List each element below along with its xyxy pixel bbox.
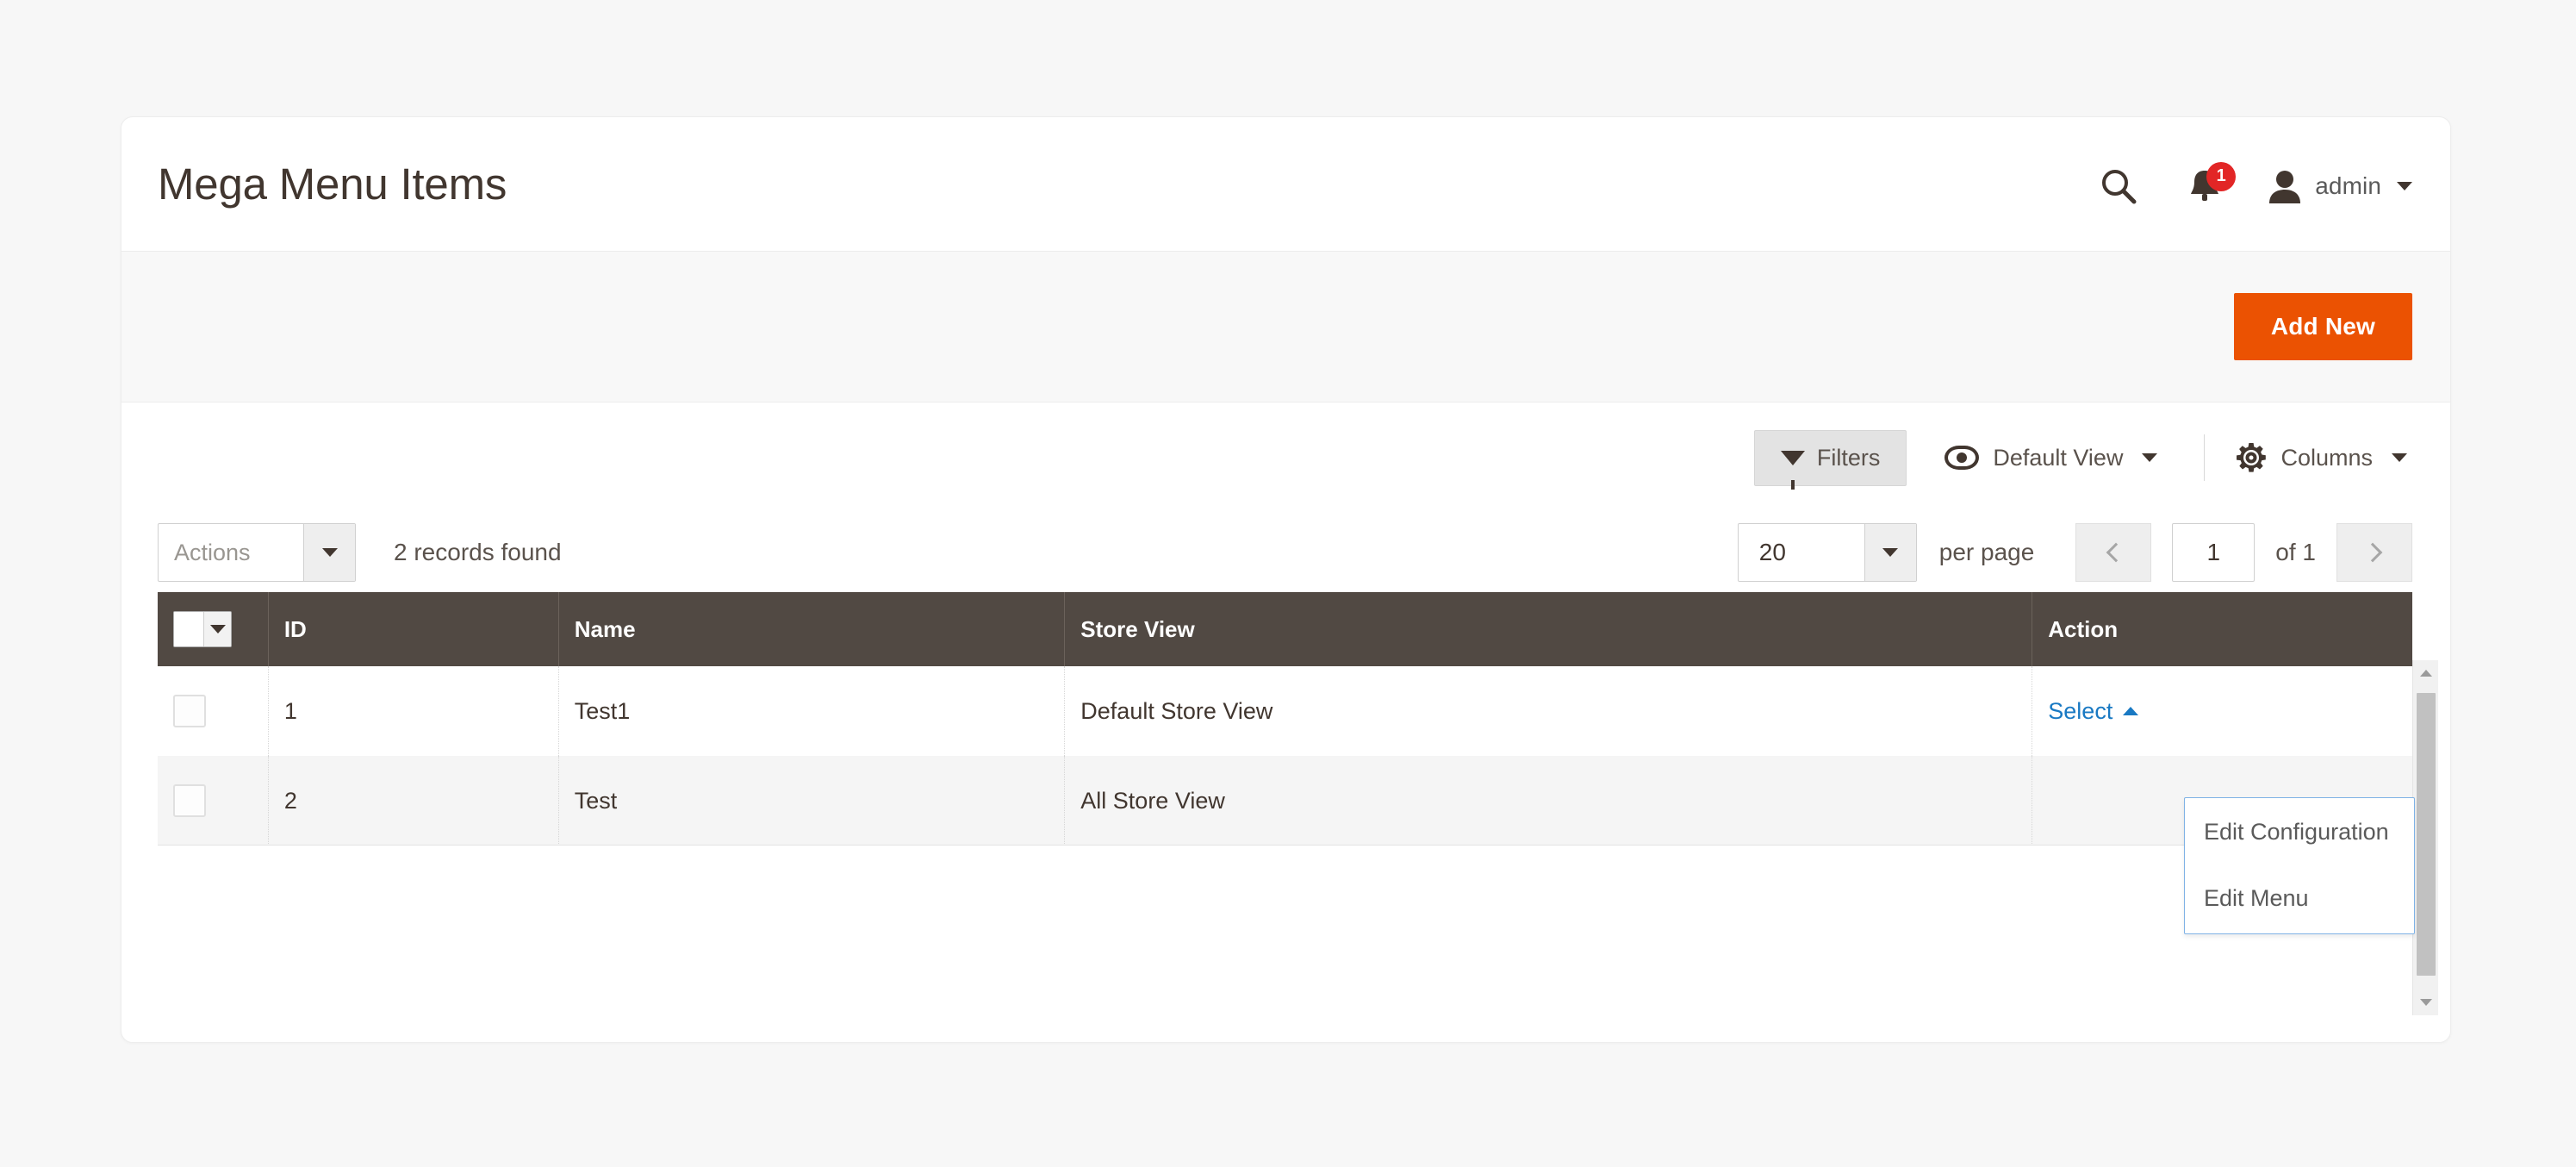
massaction-select[interactable]: Actions <box>158 523 356 582</box>
cell-store-view: All Store View <box>1064 756 2033 846</box>
columns-button[interactable]: Columns <box>2231 434 2412 482</box>
page-root: Mega Menu Items 1 admin Add New Filters … <box>0 0 2576 1167</box>
grid-toolbar: Filters Default View Columns <box>121 403 2450 513</box>
row-checkbox[interactable] <box>173 695 206 727</box>
previous-page-button[interactable] <box>2075 523 2152 582</box>
column-header-id[interactable]: ID <box>268 592 559 666</box>
per-page-label: per page <box>1938 539 2035 565</box>
page-header: Mega Menu Items 1 admin <box>121 117 2450 251</box>
grid-header-row: ID Name Store View Action <box>158 592 2412 666</box>
grid-bottom-divider <box>158 845 2412 846</box>
bookmark-view-button[interactable]: Default View <box>1907 436 2178 480</box>
per-page-value: 20 <box>1758 539 1786 565</box>
column-header-name[interactable]: Name <box>558 592 1066 666</box>
notifications-button[interactable]: 1 <box>2156 160 2253 212</box>
per-page-select[interactable]: 20 <box>1737 523 1917 582</box>
chevron-down-icon <box>303 524 355 581</box>
next-page-button[interactable] <box>2336 523 2412 582</box>
data-grid: ID Name Store View Action 1 Test1 Defaul… <box>158 592 2412 846</box>
chevron-down-icon <box>2419 999 2432 1006</box>
view-label: Default View <box>1993 444 2124 471</box>
header-actions: 1 admin <box>2081 160 2412 212</box>
row-action-select-toggle[interactable]: Select <box>2048 697 2139 725</box>
funnel-icon <box>1780 450 1805 490</box>
cell-id: 1 <box>268 666 559 756</box>
chevron-down-icon <box>1864 524 1916 581</box>
eye-icon <box>1944 446 1980 470</box>
cell-name: Test1 <box>558 666 1066 756</box>
grid-vertical-scrollbar[interactable] <box>2412 660 2438 1015</box>
massaction-label: Actions <box>174 539 251 565</box>
gear-icon <box>2237 443 2267 472</box>
select-all-checkbox-dropdown[interactable] <box>173 611 232 647</box>
chevron-up-icon <box>2123 707 2139 715</box>
data-grid-wrapper: ID Name Store View Action 1 Test1 Defaul… <box>158 592 2412 846</box>
row-checkbox[interactable] <box>173 784 206 817</box>
row-checkbox-cell <box>158 666 269 756</box>
scrollbar-thumb[interactable] <box>2417 693 2436 976</box>
column-header-checkbox <box>158 592 269 666</box>
filters-label: Filters <box>1816 444 1881 471</box>
cell-name: Test <box>558 756 1066 846</box>
table-row: 1 Test1 Default Store View Select <box>158 666 2412 756</box>
filters-button[interactable]: Filters <box>1753 429 1907 490</box>
row-action-dropdown-menu: Edit Configuration Edit Menu <box>2184 797 2415 935</box>
add-new-button[interactable]: Add New <box>2233 292 2412 361</box>
toolbar-divider <box>2204 434 2206 481</box>
cell-id: 2 <box>268 756 559 846</box>
row-checkbox-cell <box>158 756 269 846</box>
chevron-down-icon <box>2392 453 2407 462</box>
chevron-down-icon <box>2142 453 2158 462</box>
select-all-checkbox[interactable] <box>174 612 203 646</box>
chevron-down-icon[interactable] <box>203 612 231 646</box>
cell-store-view: Default Store View <box>1064 666 2033 756</box>
table-row: 2 Test All Store View <box>158 756 2412 846</box>
page-title: Mega Menu Items <box>158 159 507 209</box>
cell-action: Select <box>2032 666 2412 756</box>
grid-massaction-row: Actions 2 records found 20 per page 1 of… <box>121 513 2450 592</box>
chevron-down-icon <box>2397 181 2412 190</box>
chevron-up-icon <box>2419 670 2432 677</box>
user-name: admin <box>2315 172 2381 199</box>
user-avatar-icon <box>2269 170 2301 203</box>
grid-body: 1 Test1 Default Store View Select 2 Test… <box>158 666 2412 846</box>
user-menu[interactable]: admin <box>2253 167 2412 205</box>
scroll-down-button[interactable] <box>2413 989 2438 1015</box>
grid-head: ID Name Store View Action <box>158 592 2412 666</box>
column-header-store-view[interactable]: Store View <box>1064 592 2033 666</box>
scroll-up-button[interactable] <box>2413 660 2438 686</box>
total-pages-label: of 1 <box>2275 539 2316 565</box>
notifications-badge: 1 <box>2206 161 2237 191</box>
menu-item-edit-menu[interactable]: Edit Menu <box>2185 875 2414 922</box>
menu-item-edit-configuration[interactable]: Edit Configuration <box>2185 808 2414 856</box>
page-actions-bar: Add New <box>121 251 2450 403</box>
row-action-select-label: Select <box>2048 697 2113 724</box>
search-icon <box>2102 169 2137 203</box>
pager: 20 per page of 1 <box>1737 523 2412 582</box>
current-page-input[interactable] <box>2172 523 2256 582</box>
chevron-right-icon <box>2362 542 2382 563</box>
records-found-label: 2 records found <box>394 539 562 565</box>
column-header-action: Action <box>2032 592 2412 666</box>
admin-content-card: Mega Menu Items 1 admin Add New Filters … <box>121 116 2451 1043</box>
search-button[interactable] <box>2081 160 2156 212</box>
columns-label: Columns <box>2280 444 2373 471</box>
chevron-left-icon <box>2106 542 2126 563</box>
